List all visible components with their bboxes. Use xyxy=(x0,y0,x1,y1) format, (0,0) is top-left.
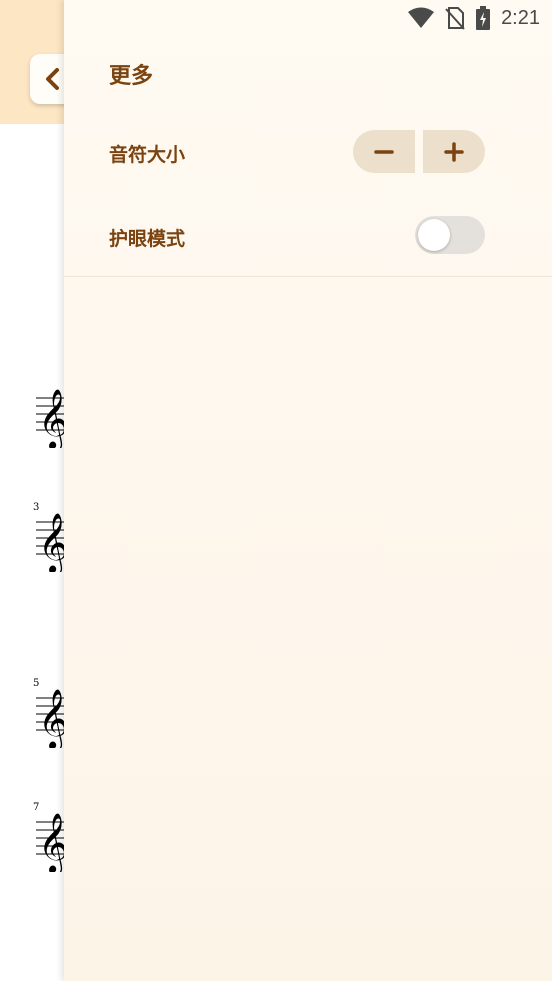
drawer-title: 更多 xyxy=(109,64,154,89)
divider xyxy=(64,276,552,277)
more-drawer: 2:21 更多 音符大小 护眼模式 xyxy=(64,0,552,981)
status-bar: 2:21 xyxy=(64,0,552,36)
no-sim-icon xyxy=(445,7,465,30)
chevron-left-icon xyxy=(46,68,59,90)
note-size-label: 音符大小 xyxy=(109,144,186,166)
note-size-decrease-button[interactable] xyxy=(353,130,415,173)
eye-care-toggle[interactable] xyxy=(415,216,485,254)
wifi-icon xyxy=(408,7,435,28)
clock: 2:21 xyxy=(501,6,540,29)
note-size-increase-button[interactable] xyxy=(423,130,485,173)
eye-care-label: 护眼模式 xyxy=(109,228,186,250)
minus-icon xyxy=(374,149,394,154)
plus-icon xyxy=(444,141,464,162)
battery-charging-icon xyxy=(476,6,491,30)
toggle-knob xyxy=(418,219,450,251)
